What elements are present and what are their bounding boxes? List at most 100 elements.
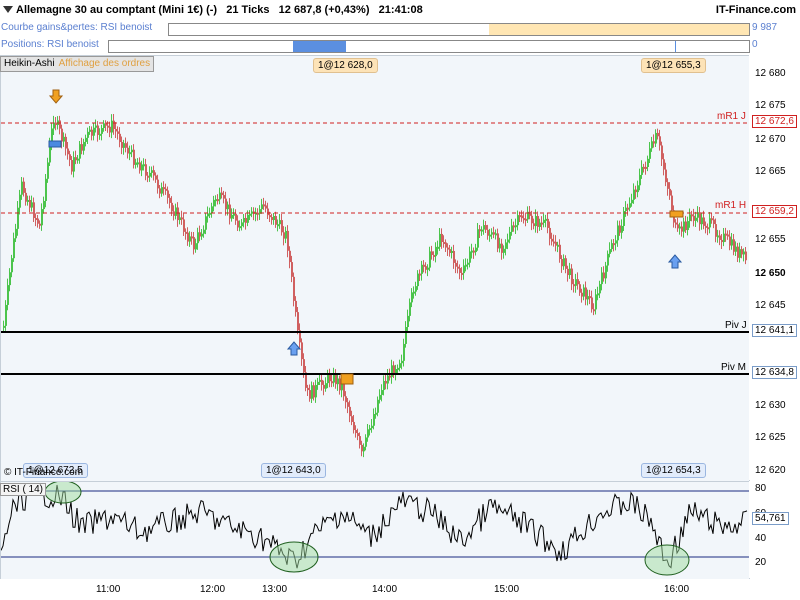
chart-style-button[interactable]: Heikin-Ashi Affichage des ordres xyxy=(0,56,155,72)
candle xyxy=(319,379,321,382)
candle xyxy=(383,380,385,391)
candle xyxy=(91,129,93,136)
order-label-top-1[interactable]: 1@12 628,0 xyxy=(313,58,378,73)
candle xyxy=(109,126,111,133)
candle xyxy=(379,394,381,400)
rsi-highlight-3 xyxy=(644,544,690,576)
candle xyxy=(625,207,627,212)
equity-label[interactable]: Courbe gains&pertes: RSI benoist xyxy=(1,22,152,33)
candle xyxy=(665,169,667,183)
time-tick: 13:00 xyxy=(262,584,288,595)
candle xyxy=(79,144,81,159)
exit-marker-icon-2[interactable] xyxy=(669,210,684,218)
time-tick: 14:00 xyxy=(372,584,398,595)
candle xyxy=(417,273,419,287)
order-label-bottom-1[interactable]: 1@12 643,0 xyxy=(261,463,326,478)
rsi-chart xyxy=(1,482,749,576)
entry-marker-icon[interactable] xyxy=(48,140,62,148)
candle xyxy=(595,294,597,310)
candle xyxy=(501,243,503,253)
candle xyxy=(265,205,267,209)
price-chart xyxy=(1,89,749,458)
candle xyxy=(103,123,105,129)
candle xyxy=(63,136,65,142)
candle xyxy=(509,231,511,240)
candle xyxy=(335,373,337,385)
level-name-piv-m: Piv M xyxy=(721,362,746,373)
candle xyxy=(145,164,147,176)
price-tick: 12 675 xyxy=(755,100,786,111)
candle xyxy=(549,227,551,239)
candle xyxy=(67,148,69,155)
candle xyxy=(153,170,155,176)
candle xyxy=(5,304,7,326)
candle xyxy=(443,242,445,245)
exit-marker-icon[interactable] xyxy=(340,373,354,385)
candle xyxy=(15,228,17,239)
level-name-mr1-h: mR1 H xyxy=(715,200,747,211)
candle xyxy=(41,209,43,226)
dropdown-arrow-icon[interactable] xyxy=(3,6,13,13)
candle xyxy=(209,212,211,215)
candle xyxy=(617,225,619,241)
brand-name: IT-Finance.com xyxy=(715,4,796,16)
rsi-indicator-button[interactable]: RSI ( 14) xyxy=(0,483,47,496)
level-name-mr1-j: mR1 J xyxy=(717,111,746,122)
candle xyxy=(413,291,415,294)
candle xyxy=(499,243,501,249)
candle xyxy=(721,239,723,243)
candle xyxy=(87,131,89,138)
candle xyxy=(569,268,571,276)
candle xyxy=(303,359,305,373)
candle xyxy=(663,159,665,170)
positions-label[interactable]: Positions: RSI benoist xyxy=(1,39,99,50)
rsi-panel[interactable] xyxy=(0,481,750,580)
candle xyxy=(77,158,79,161)
candle xyxy=(301,342,303,360)
candle xyxy=(315,384,317,398)
time-axis[interactable]: 11:00 12:00 13:00 14:00 15:00 16:00 xyxy=(0,579,800,600)
candle xyxy=(427,267,429,270)
candle xyxy=(405,327,407,344)
price-tick: 12 620 xyxy=(755,465,786,476)
time-tick: 12:00 xyxy=(200,584,226,595)
candle-series xyxy=(3,114,747,458)
candle xyxy=(311,385,313,399)
candle xyxy=(479,229,481,232)
candle xyxy=(39,223,41,226)
candle xyxy=(119,133,121,143)
sell-arrow-icon[interactable] xyxy=(48,89,64,104)
candle xyxy=(567,268,569,276)
candle xyxy=(389,375,391,378)
candle xyxy=(671,195,673,211)
candle xyxy=(93,127,95,136)
rsi-tick: 80 xyxy=(755,483,767,494)
candle xyxy=(271,217,273,221)
candle xyxy=(633,189,635,200)
candle xyxy=(3,325,5,328)
candle xyxy=(735,246,737,252)
candle xyxy=(37,218,39,224)
candle xyxy=(685,221,687,231)
candle xyxy=(591,297,593,310)
candle xyxy=(557,244,559,247)
candle xyxy=(221,192,223,196)
price-chart-panel[interactable]: 1@12 628,0 1@12 655,3 1@12 643,0 1@12 65… xyxy=(0,55,750,482)
rsi-axis[interactable]: 80 60 40 20 54,761 xyxy=(749,481,800,578)
candle xyxy=(387,375,389,384)
candle xyxy=(589,296,591,299)
candle xyxy=(211,206,213,213)
buy-arrow-icon[interactable] xyxy=(286,341,302,356)
buy-arrow-icon-2[interactable] xyxy=(667,254,683,269)
candle xyxy=(423,264,425,267)
candle xyxy=(645,166,647,169)
order-label-top-2[interactable]: 1@12 655,3 xyxy=(641,58,706,73)
price-tick: 12 645 xyxy=(755,300,786,311)
candle xyxy=(33,202,35,219)
candle xyxy=(31,202,33,208)
order-label-bottom-2[interactable]: 1@12 654,3 xyxy=(641,463,706,478)
candle xyxy=(585,287,587,300)
candle xyxy=(189,236,191,242)
price-axis[interactable]: 12 680 12 675 12 670 12 665 12 660 12 65… xyxy=(749,55,800,480)
copyright: © IT-Finance.com xyxy=(4,467,84,478)
